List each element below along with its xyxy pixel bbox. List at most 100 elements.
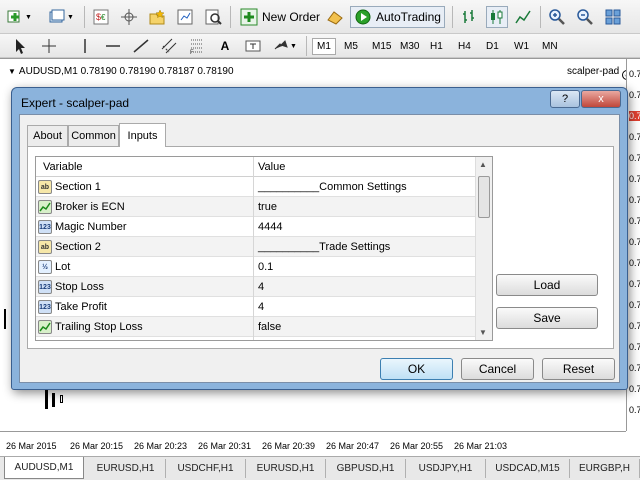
navigator-icon[interactable] — [120, 8, 138, 26]
cancel-button[interactable]: Cancel — [461, 358, 534, 380]
profiles-icon[interactable]: ▼ — [48, 8, 74, 26]
chart-tab[interactable]: EURUSD,H1 — [246, 459, 326, 478]
variable-name: Trailing Stop Loss — [55, 321, 143, 333]
chart-tab[interactable]: USDJPY,H1 — [406, 459, 486, 478]
strategy-tester-icon[interactable] — [204, 8, 222, 26]
variable-value[interactable]: false — [258, 321, 281, 333]
price-label: 0.7 — [629, 90, 640, 100]
string-type-icon: ab — [38, 180, 52, 194]
chart-symbol-ohlc: AUDUSD,M1 0.78190 0.78190 0.78187 0.7819… — [18, 66, 234, 77]
variable-value[interactable]: __________Trade Settings — [258, 241, 390, 253]
chart-tab[interactable]: USDCAD,M15 — [486, 459, 570, 478]
new-order-button[interactable]: New Order — [236, 6, 324, 28]
time-label: 26 Mar 20:15 — [70, 441, 124, 451]
scroll-down-icon[interactable]: ▼ — [479, 328, 487, 337]
price-label: 0.7 — [629, 300, 640, 310]
line-chart-icon[interactable] — [514, 8, 532, 26]
grid-scrollbar[interactable]: ▲ ▼ — [475, 157, 492, 340]
price-label: 0.7 — [629, 384, 640, 394]
variable-value[interactable]: 0.1 — [258, 261, 273, 273]
svg-text:€: € — [101, 13, 106, 22]
variable-value[interactable]: 4 — [258, 301, 264, 313]
data-window-icon[interactable] — [176, 8, 194, 26]
chart-tab[interactable]: AUDUSD,M1 — [4, 457, 84, 479]
scroll-thumb[interactable] — [478, 176, 490, 218]
save-button[interactable]: Save — [496, 307, 598, 329]
horizontal-line-icon[interactable] — [104, 37, 122, 55]
variable-name: Section 2 — [55, 241, 101, 253]
input-row[interactable]: Trailing Stop Loss false — [36, 317, 475, 337]
zoom-in-icon[interactable] — [548, 8, 566, 26]
input-row[interactable]: ab Section 2 __________Trade Settings — [36, 237, 475, 257]
period-m30[interactable]: M30 — [396, 38, 423, 55]
variable-name: Broker is ECN — [55, 201, 125, 213]
help-button[interactable]: ? — [550, 90, 580, 108]
chart-collapse-icon[interactable]: ▼ — [8, 67, 16, 76]
input-row[interactable]: 123 Stop Loss 4 — [36, 277, 475, 297]
period-m15[interactable]: M15 — [368, 38, 395, 55]
tile-windows-icon[interactable] — [604, 8, 622, 26]
close-button[interactable]: x — [581, 90, 621, 108]
reset-button[interactable]: Reset — [542, 358, 615, 380]
new-chart-icon[interactable]: ▼ — [6, 8, 32, 26]
period-w1[interactable]: W1 — [510, 38, 533, 55]
scroll-up-icon[interactable]: ▲ — [479, 160, 487, 169]
string-type-icon: ab — [38, 240, 52, 254]
crosshair-icon[interactable] — [40, 37, 58, 55]
load-button[interactable]: Load — [496, 274, 598, 296]
favorites-icon[interactable] — [148, 8, 166, 26]
period-m5[interactable]: M5 — [340, 38, 362, 55]
cursor-icon[interactable] — [12, 37, 30, 55]
variable-name: Take Profit — [55, 301, 107, 313]
time-label: 26 Mar 20:39 — [262, 441, 316, 451]
chart-tab[interactable]: EURUSD,H1 — [86, 459, 166, 478]
metaeditor-icon[interactable] — [326, 8, 344, 26]
market-watch-icon[interactable]: $ € — [92, 8, 110, 26]
equidistant-channel-icon[interactable] — [160, 37, 178, 55]
variable-name: Magic Number — [55, 221, 127, 233]
column-variable[interactable]: Variable — [43, 161, 83, 173]
input-row[interactable]: ab Section 1 __________Common Settings — [36, 177, 475, 197]
price-label: 0.7 — [629, 132, 640, 142]
period-d1[interactable]: D1 — [482, 38, 503, 55]
input-row[interactable]: 123 Magic Number 4444 — [36, 217, 475, 237]
variable-name: Section 1 — [55, 181, 101, 193]
variable-value[interactable]: 4444 — [258, 221, 282, 233]
input-row[interactable]: 123 Take Profit 4 — [36, 297, 475, 317]
variable-value[interactable]: true — [258, 201, 277, 213]
input-row[interactable]: Broker is ECN true — [36, 197, 475, 217]
int-type-icon: 123 — [38, 280, 52, 294]
period-h1[interactable]: H1 — [426, 38, 447, 55]
text-label-icon[interactable] — [244, 37, 262, 55]
chart-info: ▼ AUDUSD,M1 0.78190 0.78190 0.78187 0.781… — [8, 66, 234, 77]
expert-label: scalper-pad ◡ — [567, 66, 632, 80]
inputs-grid[interactable]: Variable Value ab Section 1 __________Comm… — [35, 156, 493, 341]
chart-tab[interactable]: GBPUSD,H1 — [326, 459, 406, 478]
vertical-line-icon[interactable] — [76, 37, 94, 55]
candle — [60, 395, 63, 403]
bar-chart-icon[interactable] — [460, 8, 478, 26]
input-row[interactable]: ½ Lot 0.1 — [36, 257, 475, 277]
bool-type-icon — [38, 200, 52, 214]
period-m1[interactable]: M1 — [312, 38, 336, 55]
tab-common[interactable]: Common — [68, 125, 119, 146]
arrows-icon[interactable]: ▼ — [272, 37, 297, 55]
period-h4[interactable]: H4 — [454, 38, 475, 55]
chart-tab[interactable]: USDCHF,H1 — [166, 459, 246, 478]
tab-about[interactable]: About — [27, 125, 68, 146]
trendline-icon[interactable] — [132, 37, 150, 55]
price-label: 0.7 — [629, 237, 640, 247]
text-icon[interactable]: A — [216, 37, 234, 55]
variable-value[interactable]: 4 — [258, 281, 264, 293]
variable-value[interactable]: __________Common Settings — [258, 181, 407, 193]
zoom-out-icon[interactable] — [576, 8, 594, 26]
column-value[interactable]: Value — [258, 161, 285, 173]
chart-tab[interactable]: EURGBP,H — [570, 459, 640, 478]
fibonacci-icon[interactable]: F — [188, 37, 206, 55]
tab-inputs[interactable]: Inputs — [119, 123, 166, 147]
int-type-icon: 123 — [38, 220, 52, 234]
candlestick-icon[interactable] — [486, 6, 508, 28]
ok-button[interactable]: OK — [380, 358, 453, 380]
period-mn[interactable]: MN — [538, 38, 562, 55]
autotrading-button[interactable]: AutoTrading — [350, 6, 445, 28]
